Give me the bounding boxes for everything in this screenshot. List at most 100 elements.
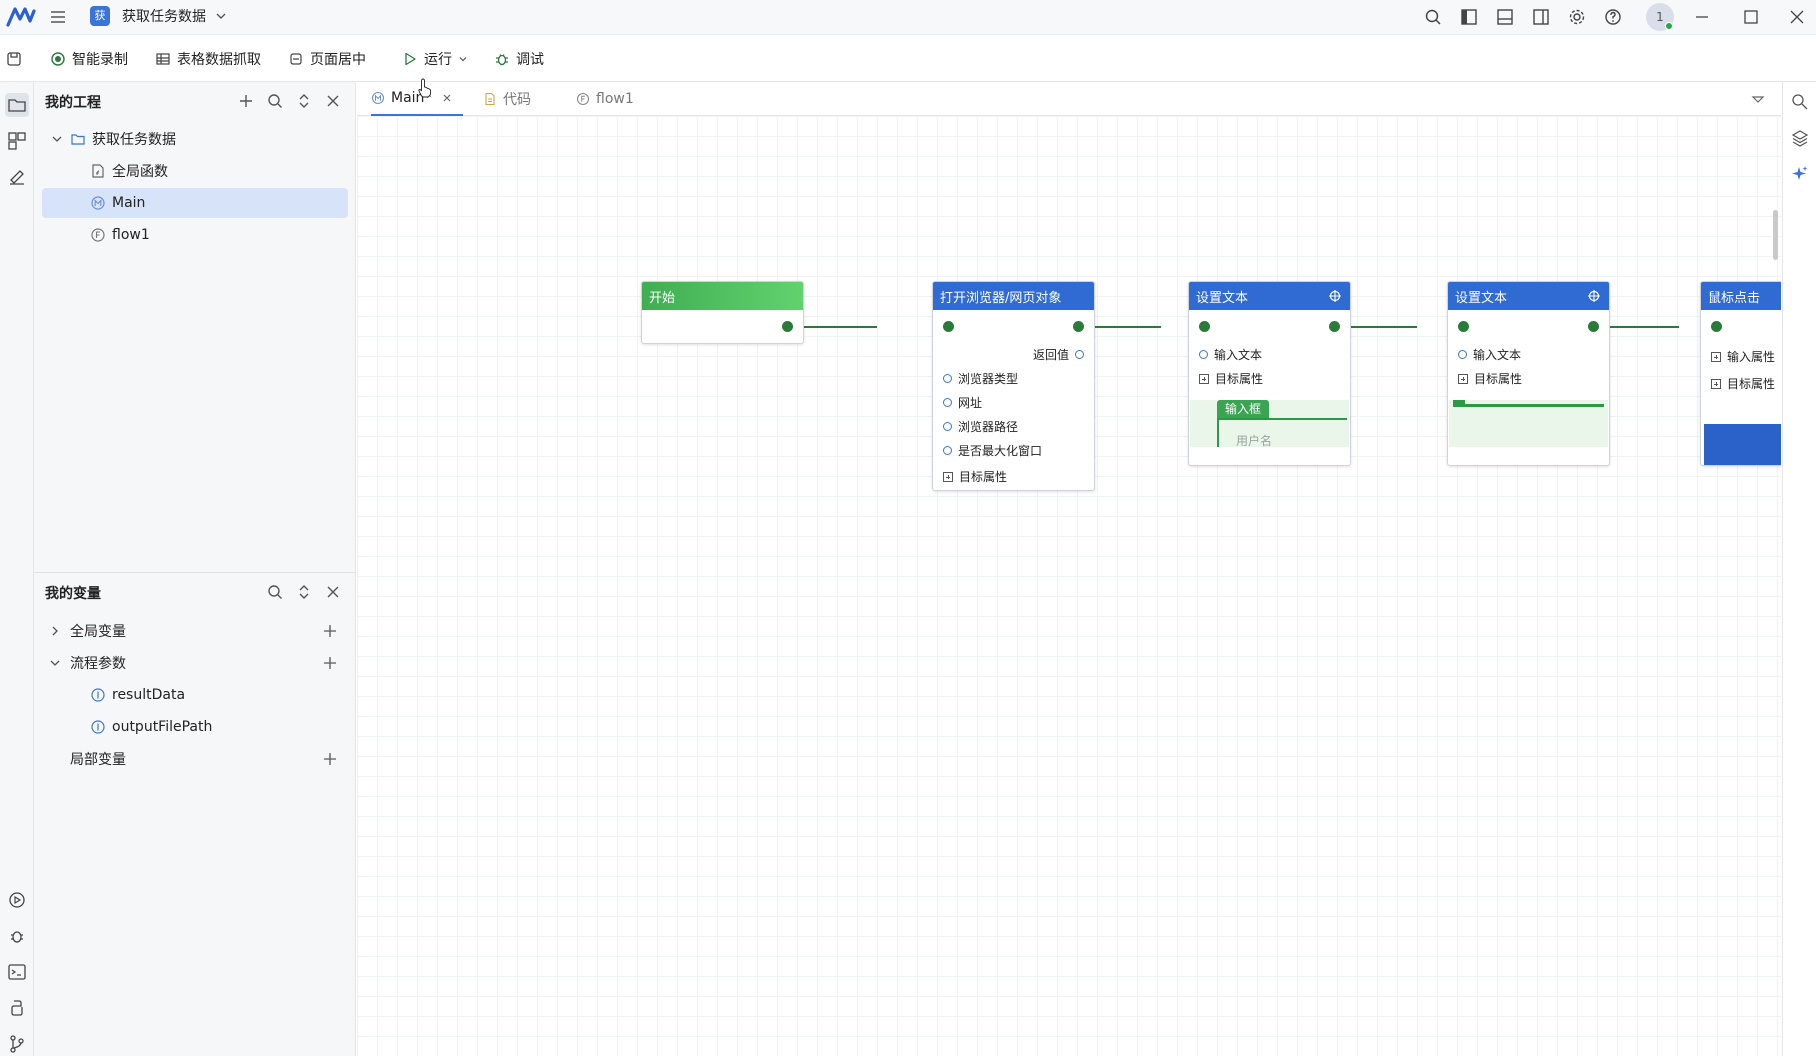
flow-canvas[interactable]: 开始 打开浏览器/网页对象 返回值 浏览器类型 网址 浏览器路径 是否最大化窗口 xyxy=(357,116,1781,1056)
online-status-dot xyxy=(1665,22,1673,30)
project-explorer-folder-icon[interactable] xyxy=(5,93,29,117)
field-label: 目标属性 xyxy=(1215,372,1264,386)
output-port[interactable] xyxy=(782,321,793,332)
expand-plus-icon[interactable] xyxy=(943,471,953,482)
chevron-right-icon[interactable] xyxy=(48,624,62,638)
components-icon[interactable] xyxy=(5,129,29,153)
field-target-attr[interactable]: 目标属性 xyxy=(1711,375,1775,392)
ai-sparkle-icon[interactable] xyxy=(1790,164,1810,184)
add-flow-param-icon[interactable] xyxy=(322,655,338,671)
tree-item-global-functions[interactable]: 全局函数 xyxy=(42,156,348,186)
settings-gear-icon[interactable] xyxy=(1567,7,1587,27)
flow-node-set-text-1[interactable]: 设置文本 输入文本 目标属性 输入框 用户名 xyxy=(1188,281,1351,466)
tab-flow1[interactable]: flow1 xyxy=(576,82,634,116)
project-panel: 我的工程 获取任务数据 全局函数 Main flow1 xyxy=(34,82,356,572)
expand-plus-icon[interactable] xyxy=(1458,373,1468,384)
flow-node-open-browser[interactable]: 打开浏览器/网页对象 返回值 浏览器类型 网址 浏览器路径 是否最大化窗口 目标… xyxy=(932,281,1095,491)
tree-item-label: outputFilePath xyxy=(112,719,213,735)
close-panel-icon[interactable] xyxy=(324,92,342,110)
help-icon[interactable] xyxy=(1603,7,1623,27)
smart-record-button[interactable]: 智能录制 xyxy=(50,48,128,70)
run-panel-icon[interactable] xyxy=(5,888,29,912)
toggle-right-panel-icon[interactable] xyxy=(1531,7,1551,27)
terminal-icon[interactable] xyxy=(5,960,29,984)
field-browser-path[interactable]: 浏览器路径 xyxy=(943,418,1018,435)
input-port[interactable] xyxy=(943,321,954,332)
close-icon[interactable] xyxy=(1785,5,1809,29)
expand-plus-icon[interactable] xyxy=(1199,373,1209,384)
input-port[interactable] xyxy=(1711,321,1722,332)
toggle-bottom-panel-icon[interactable] xyxy=(1495,7,1515,27)
debug-button[interactable]: 调试 xyxy=(494,48,544,70)
python-icon[interactable] xyxy=(5,996,29,1020)
add-local-var-icon[interactable] xyxy=(322,751,338,767)
target-crosshair-icon[interactable] xyxy=(1328,289,1342,303)
target-crosshair-icon[interactable] xyxy=(1587,289,1601,303)
save-icon[interactable] xyxy=(6,51,22,67)
add-icon[interactable] xyxy=(237,92,255,110)
maximize-icon[interactable] xyxy=(1739,5,1763,29)
search-icon[interactable] xyxy=(266,583,284,601)
input-port[interactable] xyxy=(1199,321,1210,332)
field-target-attr[interactable]: 目标属性 xyxy=(1199,370,1263,387)
field-target-attr[interactable]: 目标属性 xyxy=(1458,370,1522,387)
canvas-scrollbar[interactable] xyxy=(1773,210,1778,260)
chevron-down-icon[interactable] xyxy=(48,656,62,670)
run-button[interactable]: 运行 xyxy=(402,48,468,70)
field-maximize[interactable]: 是否最大化窗口 xyxy=(943,442,1042,459)
field-return-value[interactable]: 返回值 xyxy=(1033,346,1084,363)
tree-item-local-vars[interactable]: 局部变量 xyxy=(42,744,348,774)
debug-panel-bug-icon[interactable] xyxy=(5,924,29,948)
chevron-down-icon[interactable] xyxy=(50,132,64,146)
field-input-text[interactable]: 输入文本 xyxy=(1458,346,1521,363)
preview-input-chip: 输入框 xyxy=(1217,400,1270,418)
input-ring-icon xyxy=(943,374,952,383)
minimize-icon[interactable] xyxy=(1690,5,1714,29)
expand-collapse-icon[interactable] xyxy=(295,583,313,601)
field-url[interactable]: 网址 xyxy=(943,394,982,411)
expand-plus-icon[interactable] xyxy=(1711,378,1721,389)
element-picker-icon[interactable] xyxy=(5,165,29,189)
tabs-overflow-chevron-icon[interactable] xyxy=(1750,92,1766,108)
tree-item-param-resultdata[interactable]: resultData xyxy=(42,680,348,710)
search-icon[interactable] xyxy=(266,92,284,110)
tree-item-flow1[interactable]: flow1 xyxy=(42,220,348,250)
tree-item-param-outputfilepath[interactable]: outputFilePath xyxy=(42,712,348,742)
center-page-button[interactable]: 页面居中 xyxy=(288,48,366,70)
table-scrape-button[interactable]: 表格数据抓取 xyxy=(155,48,261,70)
flow-node-start[interactable]: 开始 xyxy=(641,281,804,344)
variables-panel: 我的变量 全局变量 流程参数 resultData outputFilePath… xyxy=(34,572,356,1056)
tree-item-main[interactable]: Main xyxy=(42,188,348,218)
tree-item-flow-params[interactable]: 流程参数 xyxy=(42,648,348,678)
hamburger-menu-icon[interactable] xyxy=(48,7,68,27)
output-port[interactable] xyxy=(1329,321,1340,332)
expand-plus-icon[interactable] xyxy=(1711,351,1721,362)
flow-node-set-text-2[interactable]: 设置文本 输入文本 目标属性 xyxy=(1447,281,1610,466)
field-input-attr[interactable]: 输入属性 xyxy=(1711,348,1775,365)
output-port[interactable] xyxy=(1588,321,1599,332)
field-target-attr[interactable]: 目标属性 xyxy=(943,468,1007,485)
element-search-icon[interactable] xyxy=(1790,92,1810,112)
tab-code[interactable]: 代码 xyxy=(483,82,531,116)
tab-code-label: 代码 xyxy=(503,92,531,108)
output-port[interactable] xyxy=(1073,321,1084,332)
tree-item-label: 全局变量 xyxy=(70,624,126,640)
close-panel-icon[interactable] xyxy=(324,583,342,601)
source-control-branch-icon[interactable] xyxy=(5,1032,29,1056)
field-input-text[interactable]: 输入文本 xyxy=(1199,346,1262,363)
flow-node-mouse-click[interactable]: 鼠标点击 输入属性 目标属性 xyxy=(1700,281,1781,466)
field-browser-type[interactable]: 浏览器类型 xyxy=(943,370,1018,387)
input-port[interactable] xyxy=(1458,321,1469,332)
tree-item-global-vars[interactable]: 全局变量 xyxy=(42,616,348,646)
preview-username-text: 用户名 xyxy=(1236,434,1273,448)
tree-item-project-root[interactable]: 获取任务数据 xyxy=(42,124,348,154)
project-title[interactable]: 获取任务数据 xyxy=(122,7,206,27)
layers-icon[interactable] xyxy=(1790,128,1810,148)
search-icon[interactable] xyxy=(1423,7,1443,27)
close-tab-icon[interactable] xyxy=(441,92,453,104)
chevron-down-icon[interactable] xyxy=(215,10,227,22)
add-global-var-icon[interactable] xyxy=(322,623,338,639)
run-dropdown-chevron-icon[interactable] xyxy=(458,54,468,64)
expand-collapse-icon[interactable] xyxy=(295,92,313,110)
toggle-left-panel-icon[interactable] xyxy=(1459,7,1479,27)
